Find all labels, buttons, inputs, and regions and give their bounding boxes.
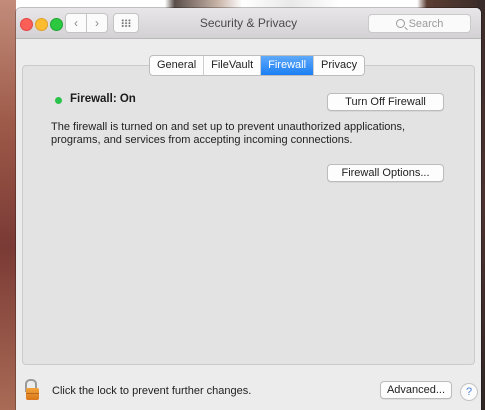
search-field[interactable]: Search (368, 14, 471, 33)
minimize-window-button[interactable] (35, 18, 48, 31)
forward-button[interactable]: › (86, 13, 108, 33)
back-button[interactable]: ‹ (65, 13, 87, 33)
footer-bar: Click the lock to prevent further change… (16, 370, 481, 410)
lock-message: Click the lock to prevent further change… (52, 385, 252, 397)
tab-bar: General FileVault Firewall Privacy (149, 55, 366, 76)
tab-firewall[interactable]: Firewall (261, 56, 315, 75)
chevron-right-icon: › (95, 16, 99, 30)
search-icon (395, 19, 405, 28)
firewall-description: The firewall is turned on and set up to … (51, 121, 406, 146)
firewall-panel: Firewall: On Turn Off Firewall The firew… (22, 65, 475, 365)
tab-filevault[interactable]: FileVault (204, 56, 262, 75)
firewall-options-button[interactable]: Firewall Options... (327, 164, 444, 182)
firewall-status: Firewall: On (70, 93, 136, 105)
search-placeholder: Search (408, 17, 444, 30)
close-window-button[interactable] (20, 18, 33, 31)
preferences-window: ‹ › Security & Privacy Search General Fi… (16, 8, 481, 410)
desktop-background-left (0, 0, 16, 410)
tab-privacy[interactable]: Privacy (314, 56, 364, 75)
lock-icon[interactable] (25, 379, 39, 401)
tab-general[interactable]: General (150, 56, 205, 75)
status-indicator-icon (55, 97, 62, 104)
advanced-button[interactable]: Advanced... (380, 381, 452, 399)
help-button[interactable]: ? (460, 383, 478, 401)
chevron-left-icon: ‹ (74, 16, 78, 30)
zoom-window-button[interactable] (50, 18, 63, 31)
grid-icon (121, 19, 131, 27)
lock-body (26, 388, 39, 400)
show-all-button[interactable] (113, 13, 139, 33)
title-bar: ‹ › Security & Privacy Search (16, 8, 481, 39)
turn-off-firewall-button[interactable]: Turn Off Firewall (327, 93, 444, 111)
window-title: Security & Privacy (199, 16, 298, 30)
